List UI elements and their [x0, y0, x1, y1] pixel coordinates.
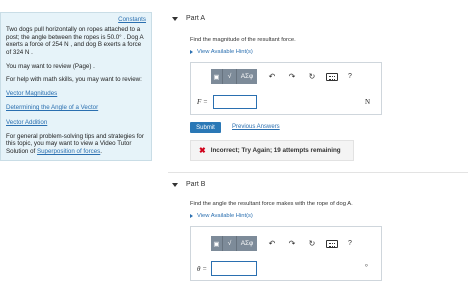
part-b-title: Part B [186, 181, 206, 188]
keyboard-icon[interactable] [326, 239, 338, 248]
math-toolbar: ▣ √ AΣφ ↶ ↷ ↻ ? [211, 69, 352, 84]
part-b-hints-link[interactable]: View Available Hint(s) [190, 213, 253, 219]
part-a-header[interactable]: Part A [172, 15, 205, 22]
incorrect-x-icon: ✖ [199, 146, 206, 155]
info-panel: Constants Two dogs pull horizontally on … [0, 12, 152, 161]
feedback-incorrect: ✖ Incorrect; Try Again; 19 attempts rema… [190, 140, 354, 161]
link-vector-addition[interactable]: Vector Addition [6, 119, 146, 126]
reset-icon[interactable]: ↻ [307, 72, 317, 81]
template-square-icon[interactable]: ▣ [211, 69, 223, 84]
help-icon[interactable]: ? [348, 240, 352, 247]
redo-icon[interactable]: ↷ [287, 72, 297, 81]
previous-answers-link[interactable]: Previous Answers [232, 124, 280, 130]
redo-icon[interactable]: ↷ [287, 239, 297, 248]
undo-icon[interactable]: ↶ [267, 239, 277, 248]
review-text: You may want to review (Page) . [6, 63, 95, 71]
part-a-answer-box: ▣ √ AΣφ ↶ ↷ ↻ ? F = N [190, 62, 382, 115]
part-b-header[interactable]: Part B [172, 181, 205, 188]
part-b-answer-box: ▣ √ AΣφ ↶ ↷ ↻ ? θ = ° [190, 226, 382, 281]
template-buttons: ▣ √ AΣφ [211, 69, 257, 84]
greek-symbols-button[interactable]: AΣφ [237, 236, 257, 251]
expand-triangle-icon [190, 50, 193, 54]
link-vector-magnitudes[interactable]: Vector Magnitudes [6, 90, 146, 97]
part-a-title: Part A [186, 15, 206, 22]
part-a-hints-link[interactable]: View Available Hint(s) [190, 49, 253, 55]
reset-icon[interactable]: ↻ [307, 239, 317, 248]
part-a-answer-input[interactable] [213, 95, 257, 109]
undo-icon[interactable]: ↶ [267, 72, 277, 81]
template-square-icon[interactable]: ▣ [211, 236, 223, 251]
collapse-caret-icon[interactable] [172, 182, 178, 187]
variable-label-theta: θ = [197, 265, 207, 273]
sqrt-fraction-button[interactable]: √ [223, 236, 237, 251]
link-angle-of-vector[interactable]: Determining the Angle of a Vector [6, 104, 146, 111]
constants-link[interactable]: Constants [6, 16, 146, 23]
part-b-answer-input[interactable] [211, 261, 257, 276]
help-icon[interactable]: ? [348, 73, 352, 80]
part-b-prompt: Find the angle the resultant force makes… [190, 201, 353, 207]
part-a-prompt: Find the magnitude of the resultant forc… [190, 37, 296, 43]
unit-label-n: N [365, 98, 371, 106]
greek-symbols-button[interactable]: AΣφ [237, 69, 257, 84]
link-superposition[interactable]: Superposition of forces [37, 148, 100, 155]
submit-button[interactable]: Submit [190, 122, 221, 133]
problem-statement: Two dogs pull horizontally on ropes atta… [6, 26, 144, 56]
keyboard-icon[interactable] [326, 72, 338, 81]
sqrt-fraction-button[interactable]: √ [223, 69, 237, 84]
math-toolbar: ▣ √ AΣφ ↶ ↷ ↻ ? [211, 236, 352, 251]
tips-text: For general problem-solving tips and str… [6, 133, 144, 155]
template-buttons: ▣ √ AΣφ [211, 236, 257, 251]
help-text: For help with math skills, you may want … [6, 76, 142, 84]
section-divider [168, 172, 468, 173]
variable-label-f: F = [197, 98, 208, 106]
collapse-caret-icon[interactable] [172, 16, 178, 21]
unit-label-degrees: ° [365, 263, 368, 271]
expand-triangle-icon [190, 214, 193, 218]
